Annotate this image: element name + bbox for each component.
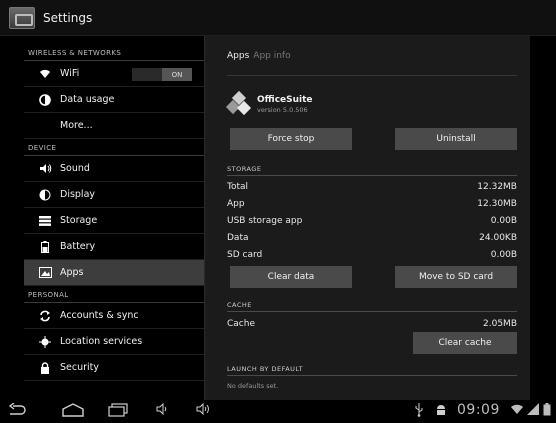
wifi-toggle[interactable]: ON (132, 68, 192, 81)
breadcrumb-app-info: App info (253, 50, 291, 61)
clear-data-button[interactable]: Clear data (230, 266, 352, 288)
settings-list: WIRELESS & NETWORKS WiFi ON Data usage M… (24, 44, 204, 400)
section-header-device: DEVICE (24, 139, 204, 156)
settings-item-display[interactable]: Display (24, 182, 204, 208)
settings-app-icon[interactable] (9, 6, 35, 29)
settings-item-label: Data usage (60, 94, 115, 105)
settings-item-label: More... (60, 120, 93, 131)
breadcrumb: Apps App info (227, 36, 517, 76)
volume-down-icon[interactable] (156, 402, 170, 418)
settings-item-label: Display (60, 189, 96, 200)
android-debug-icon (435, 403, 447, 420)
settings-item-accounts-sync[interactable]: Accounts & sync (24, 303, 204, 329)
storage-label: Data (227, 232, 249, 243)
battery-status-icon (543, 403, 551, 419)
apps-icon (38, 266, 52, 280)
wifi-icon (38, 67, 52, 81)
wifi-signal-icon (510, 403, 524, 418)
storage-icon (38, 214, 52, 228)
storage-row: Data 24.00KB (227, 229, 517, 246)
storage-label: App (227, 198, 245, 209)
cache-row: Cache 2.05MB (227, 315, 517, 332)
settings-item-location[interactable]: Location services (24, 329, 204, 355)
settings-item-more[interactable]: More... (24, 113, 204, 139)
section-header-wireless: WIRELESS & NETWORKS (24, 44, 204, 61)
storage-row: USB storage app 0.00B (227, 212, 517, 229)
wifi-toggle-label: ON (162, 68, 192, 81)
settings-item-label: Accounts & sync (60, 310, 139, 321)
uninstall-button[interactable]: Uninstall (395, 128, 517, 150)
app-info-pane: Apps App info OfficeSuite version 5.0.50… (204, 36, 530, 400)
storage-row: App 12.30MB (227, 195, 517, 212)
move-to-sd-button[interactable]: Move to SD card (395, 266, 517, 288)
speaker-icon (38, 162, 52, 176)
status-clock: 09:09 (457, 402, 500, 418)
sync-icon (38, 309, 52, 323)
settings-item-wifi[interactable]: WiFi ON (24, 61, 204, 87)
system-bar: 09:09 (0, 400, 556, 423)
settings-item-label: Storage (60, 215, 98, 226)
storage-value: 0.00B (490, 249, 517, 260)
home-icon[interactable] (62, 403, 84, 420)
app-version: version 5.0.506 (257, 105, 308, 114)
settings-item-label: WiFi (60, 68, 80, 79)
settings-item-label: Security (60, 362, 100, 373)
no-defaults-text: No defaults set. (227, 382, 279, 390)
settings-item-label: Battery (60, 241, 96, 252)
storage-value: 24.00KB (479, 232, 517, 243)
settings-item-data-usage[interactable]: Data usage (24, 87, 204, 113)
settings-item-label: Location services (60, 336, 143, 347)
storage-section-header: STORAGE (227, 162, 517, 176)
usb-icon (414, 403, 424, 420)
back-icon[interactable] (8, 402, 26, 420)
launch-default-section-header: LAUNCH BY DEFAULT (227, 362, 517, 376)
storage-row: SD card 0.00B (227, 246, 517, 263)
storage-label: USB storage app (227, 215, 303, 226)
settings-item-sound[interactable]: Sound (24, 156, 204, 182)
cache-value: 2.05MB (483, 318, 517, 329)
clear-cache-button[interactable]: Clear cache (413, 332, 517, 354)
storage-label: SD card (227, 249, 263, 260)
storage-value: 12.32MB (477, 181, 517, 192)
app-name: OfficeSuite (257, 94, 313, 105)
data-usage-icon (38, 93, 52, 107)
settings-item-storage[interactable]: Storage (24, 208, 204, 234)
settings-item-label: Sound (60, 163, 90, 174)
app-header: OfficeSuite version 5.0.506 (225, 84, 517, 124)
breadcrumb-apps[interactable]: Apps (227, 51, 249, 61)
brightness-icon (38, 188, 52, 202)
cell-signal-icon (527, 403, 539, 418)
officesuite-app-icon (225, 90, 252, 116)
cache-label: Cache (227, 318, 255, 329)
section-header-personal: PERSONAL (24, 286, 204, 303)
lock-icon (38, 361, 52, 375)
action-bar: Settings (0, 0, 556, 36)
recent-apps-icon[interactable] (108, 403, 128, 420)
storage-value: 12.30MB (477, 198, 517, 209)
settings-item-label: Apps (60, 267, 84, 278)
settings-item-battery[interactable]: Battery (24, 234, 204, 260)
cache-section-header: CACHE (227, 298, 517, 312)
storage-value: 0.00B (490, 215, 517, 226)
storage-row: Total 12.32MB (227, 178, 517, 195)
action-bar-title: Settings (43, 10, 93, 25)
storage-label: Total (227, 181, 249, 192)
settings-item-apps[interactable]: Apps (24, 260, 204, 286)
volume-up-icon[interactable] (196, 402, 212, 418)
settings-item-security[interactable]: Security (24, 355, 204, 381)
force-stop-button[interactable]: Force stop (230, 128, 352, 150)
location-icon (38, 335, 52, 349)
battery-icon (38, 240, 52, 254)
